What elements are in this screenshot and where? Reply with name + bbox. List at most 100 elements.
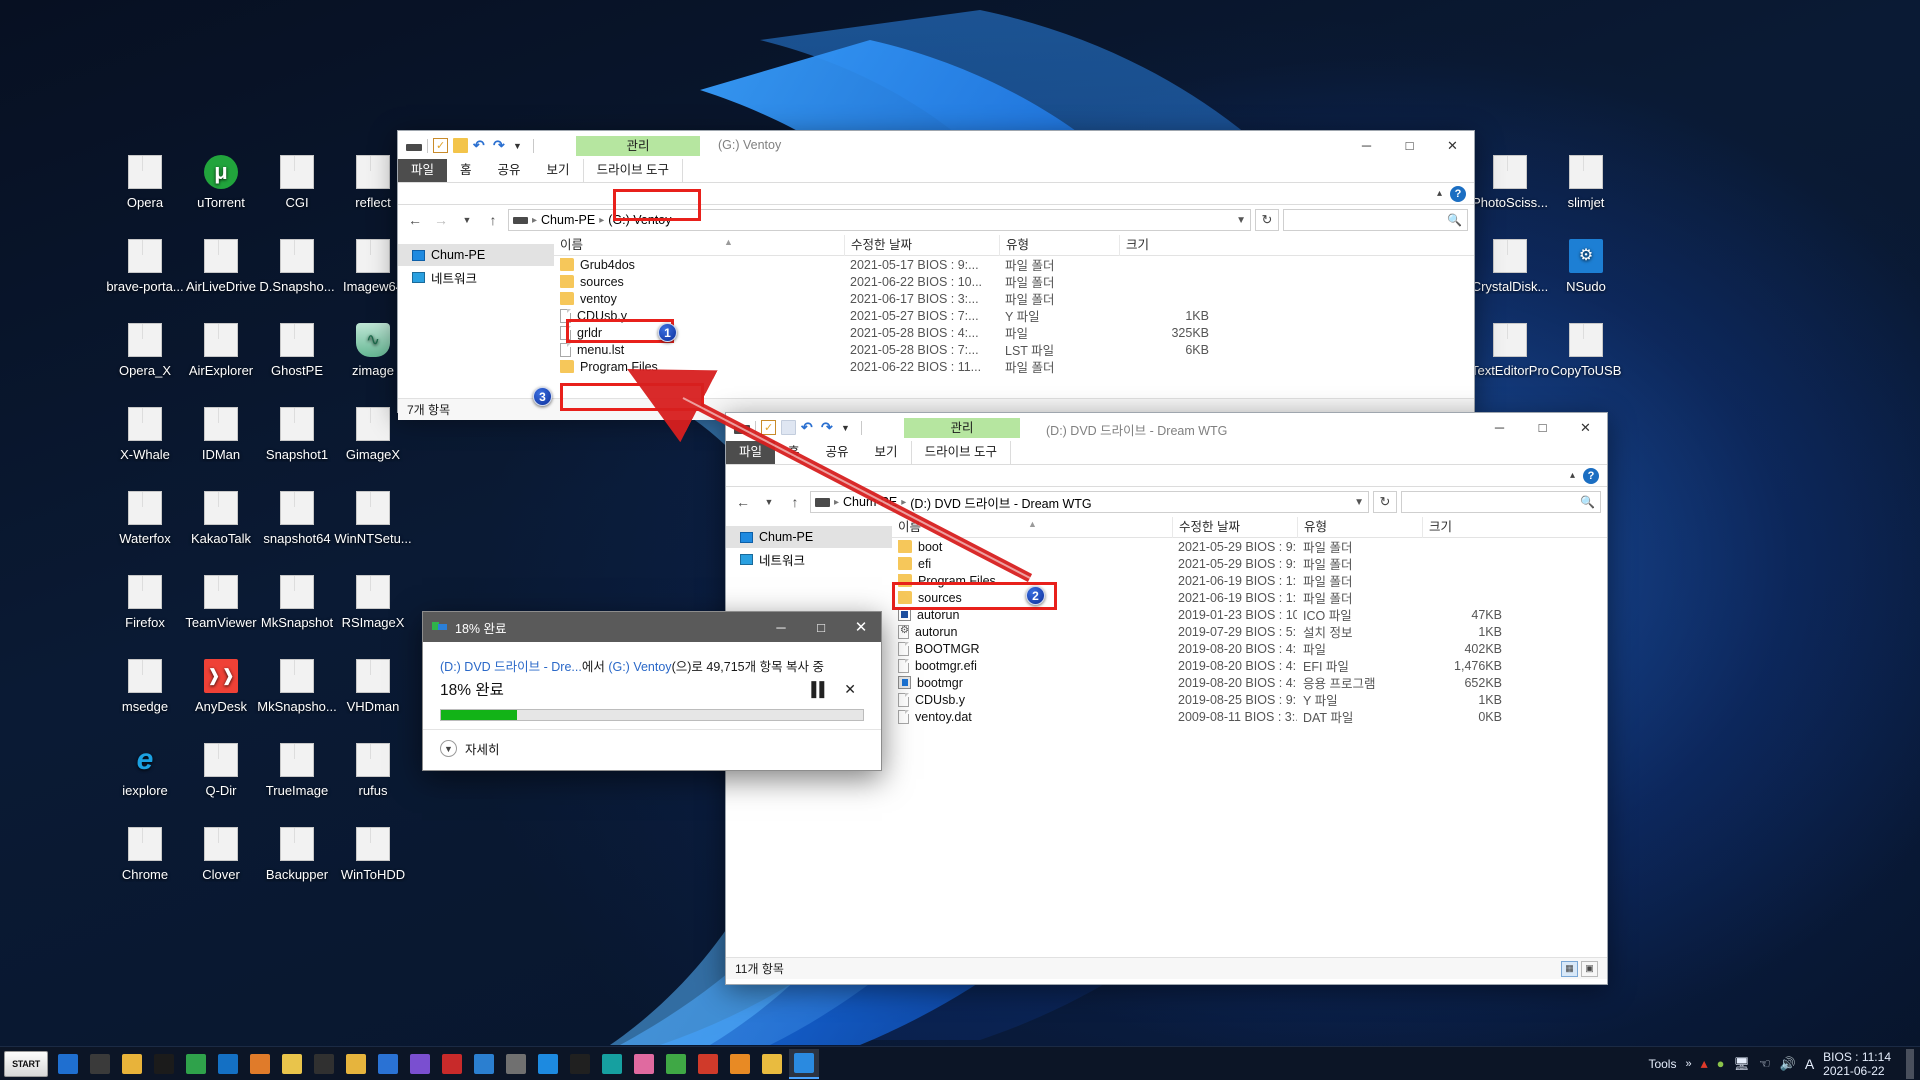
new-folder-icon[interactable]	[453, 138, 468, 153]
taskbar-green-sq-shortcut[interactable]	[661, 1049, 691, 1079]
desktop-icon-rsimagex[interactable]: RSImageX	[330, 575, 416, 630]
taskbar-dark-shortcut[interactable]	[309, 1049, 339, 1079]
tab-file[interactable]: 파일	[398, 159, 448, 182]
file-name-cell[interactable]: CDUsb.y	[554, 308, 844, 323]
ime-indicator[interactable]: A	[1805, 1056, 1814, 1072]
taskbar-black-window-shortcut[interactable]	[565, 1049, 595, 1079]
address-bar[interactable]: ▸ Chum-PE ▸ (G:) Ventoy ▼	[508, 209, 1251, 231]
avast-icon[interactable]: ▴	[1701, 1055, 1708, 1072]
desktop-icon-opera[interactable]: Opera	[102, 155, 188, 210]
ribbon-context-tab-manage[interactable]: 관리	[576, 136, 700, 156]
minimize-button[interactable]: ─	[1478, 413, 1521, 442]
desktop-icon-airlivedrive[interactable]: AirLiveDrive	[178, 239, 264, 294]
nav-item-network[interactable]: 네트워크	[398, 266, 554, 288]
table-row[interactable]: bootmgr 2019-08-20 BIOS : 4:... 응용 프로그램 652…	[892, 674, 1607, 691]
desktop-icon-firefox[interactable]: Firefox	[102, 575, 188, 630]
taskbar-items[interactable]	[52, 1048, 820, 1079]
table-row[interactable]: Grub4dos 2021-05-17 BIOS : 9:... 파일 폴더	[554, 256, 1474, 273]
desktop-icon-anydesk[interactable]: ❱❱ AnyDesk	[178, 659, 264, 714]
show-desktop-button[interactable]	[1906, 1048, 1914, 1079]
desktop-icon-msedge[interactable]: msedge	[102, 659, 188, 714]
recent-locations-chevron-icon[interactable]: ▼	[456, 209, 478, 231]
address-dropdown-chevron-icon[interactable]: ▼	[1236, 215, 1246, 226]
large-icons-view-button[interactable]: ▣	[1581, 960, 1598, 977]
taskbar-r-red-shortcut[interactable]	[437, 1049, 467, 1079]
table-row[interactable]: sources 2021-06-19 BIOS : 1:... 파일 폴더	[892, 589, 1607, 606]
tab-drive-tools[interactable]: 드라이브 도구	[582, 159, 684, 182]
tab-home[interactable]: 홈	[775, 441, 813, 464]
properties-icon[interactable]: ✓	[433, 138, 448, 153]
file-name-cell[interactable]: autorun	[892, 624, 1172, 639]
properties-icon[interactable]: ✓	[761, 420, 776, 435]
tab-share[interactable]: 공유	[813, 441, 862, 464]
desktop-icon-operax[interactable]: Opera_X	[102, 323, 188, 378]
refresh-button[interactable]: ↻	[1255, 209, 1279, 231]
table-row[interactable]: BOOTMGR 2019-08-20 BIOS : 4:... 파일 402KB	[892, 640, 1607, 657]
maximize-button[interactable]: □	[801, 612, 841, 642]
desktop-icon-slimjet[interactable]: slimjet	[1543, 155, 1629, 210]
file-name-cell[interactable]: grldr	[554, 325, 844, 340]
file-name-cell[interactable]: bootmgr.efi	[892, 658, 1172, 673]
close-button[interactable]: ✕	[1564, 413, 1607, 442]
table-row[interactable]: CDUsb.y 2021-05-27 BIOS : 7:... Y 파일 1KB	[554, 307, 1474, 324]
desktop-icon-snapshot64[interactable]: snapshot64	[254, 491, 340, 546]
back-button[interactable]: ←	[732, 491, 754, 513]
up-button[interactable]: ↑	[784, 491, 806, 513]
column-type[interactable]: 유형	[1297, 516, 1422, 538]
taskbar-orange2-shortcut[interactable]	[725, 1049, 755, 1079]
desktop-icon-teamviewer[interactable]: TeamViewer	[178, 575, 264, 630]
search-input[interactable]: 🔍	[1283, 209, 1468, 231]
tab-share[interactable]: 공유	[485, 159, 534, 182]
taskbar[interactable]: START Tools » ▴ ● 🖥 ☜ 🔊 A BIOS : 11:14 2…	[0, 1046, 1920, 1080]
desktop-icon-rufus[interactable]: rufus	[330, 743, 416, 798]
search-input[interactable]: 🔍	[1401, 491, 1601, 513]
nav-item-chum-pe[interactable]: Chum-PE	[398, 244, 554, 266]
minimize-button[interactable]: ─	[761, 612, 801, 642]
desktop-icon-backupper[interactable]: Backupper	[254, 827, 340, 882]
desktop-icon-mksnapshot[interactable]: MkSnapshot	[254, 575, 340, 630]
table-row[interactable]: grldr 2021-05-28 BIOS : 4:... 파일 325KB	[554, 324, 1474, 341]
desktop-icon-mksnapsho[interactable]: MkSnapsho...	[254, 659, 340, 714]
undo-icon[interactable]: ↶	[473, 138, 488, 153]
taskbar-gray-shortcut[interactable]	[501, 1049, 531, 1079]
taskbar-orange-shortcut[interactable]	[245, 1049, 275, 1079]
column-headers[interactable]: 이름 수정한 날짜 유형 크기 ▲	[892, 516, 1607, 538]
table-row[interactable]: boot 2021-05-29 BIOS : 9:... 파일 폴더	[892, 538, 1607, 555]
dvd-drive-icon[interactable]	[734, 424, 750, 434]
tab-view[interactable]: 보기	[862, 441, 911, 464]
desktop-icon-ghostpe[interactable]: GhostPE	[254, 323, 340, 378]
file-list[interactable]: 이름 수정한 날짜 유형 크기 ▲ boot 2021-05-29 BIOS : …	[892, 516, 1607, 957]
close-button[interactable]: ✕	[1431, 131, 1474, 160]
taskbar-blue-d-shortcut[interactable]	[213, 1049, 243, 1079]
maximize-button[interactable]: □	[1388, 131, 1431, 160]
file-rows[interactable]: Grub4dos 2021-05-17 BIOS : 9:... 파일 폴더 sour…	[554, 256, 1474, 375]
desktop-icon-photosciss[interactable]: PhotoSciss...	[1467, 155, 1553, 210]
table-row[interactable]: efi 2021-05-29 BIOS : 9:... 파일 폴더	[892, 555, 1607, 572]
table-row[interactable]: menu.lst 2021-05-28 BIOS : 7:... LST 파일 6KB	[554, 341, 1474, 358]
maximize-button[interactable]: □	[1521, 413, 1564, 442]
table-row[interactable]: sources 2021-06-22 BIOS : 10... 파일 폴더	[554, 273, 1474, 290]
table-row[interactable]: ventoy.dat 2009-08-11 BIOS : 3:... DAT 파일 0…	[892, 708, 1607, 725]
desktop-icon-dsnapsho[interactable]: D.Snapsho...	[254, 239, 340, 294]
desktop-icon-clover[interactable]: Clover	[178, 827, 264, 882]
file-list[interactable]: 이름 수정한 날짜 유형 크기 ▲ Grub4dos 2021-05-17 BIO…	[554, 234, 1474, 398]
table-row[interactable]: CDUsb.y 2019-08-25 BIOS : 9:... Y 파일 1KB	[892, 691, 1607, 708]
redo-icon[interactable]: ↷	[493, 138, 508, 153]
explorer-window-ventoy[interactable]: ✓ ↶ ↷ ▼ 관리 (G:) Ventoy ─ □ ✕ 파일 홈 공유 보기 …	[397, 130, 1475, 420]
ribbon-collapse-bar[interactable]: ▴ ?	[398, 183, 1474, 205]
ribbon-expand-chevron-icon[interactable]: ▴	[1437, 188, 1442, 199]
system-tray[interactable]: Tools » ▴ ● 🖥 ☜ 🔊 A BIOS : 11:14 2021-06…	[1648, 1048, 1920, 1079]
file-name-cell[interactable]: ventoy.dat	[892, 709, 1172, 724]
column-size[interactable]: 크기	[1119, 234, 1219, 256]
back-button[interactable]: ←	[404, 209, 426, 231]
redo-icon[interactable]: ↷	[821, 420, 836, 435]
view-mode-buttons[interactable]: ▦ ▣	[1561, 960, 1598, 977]
navigation-pane[interactable]: Chum-PE 네트워크	[398, 235, 554, 398]
column-name[interactable]: 이름	[554, 235, 844, 256]
recent-locations-chevron-icon[interactable]: ▼	[758, 491, 780, 513]
table-row[interactable]: autorun 2019-01-23 BIOS : 10... ICO 파일 47KB	[892, 606, 1607, 623]
desktop-icon-snapshot1[interactable]: Snapshot1	[254, 407, 340, 462]
window-controls[interactable]: ─ □ ✕	[1478, 413, 1607, 442]
up-button[interactable]: ↑	[482, 209, 504, 231]
desktop-icon-idman[interactable]: IDMan	[178, 407, 264, 462]
